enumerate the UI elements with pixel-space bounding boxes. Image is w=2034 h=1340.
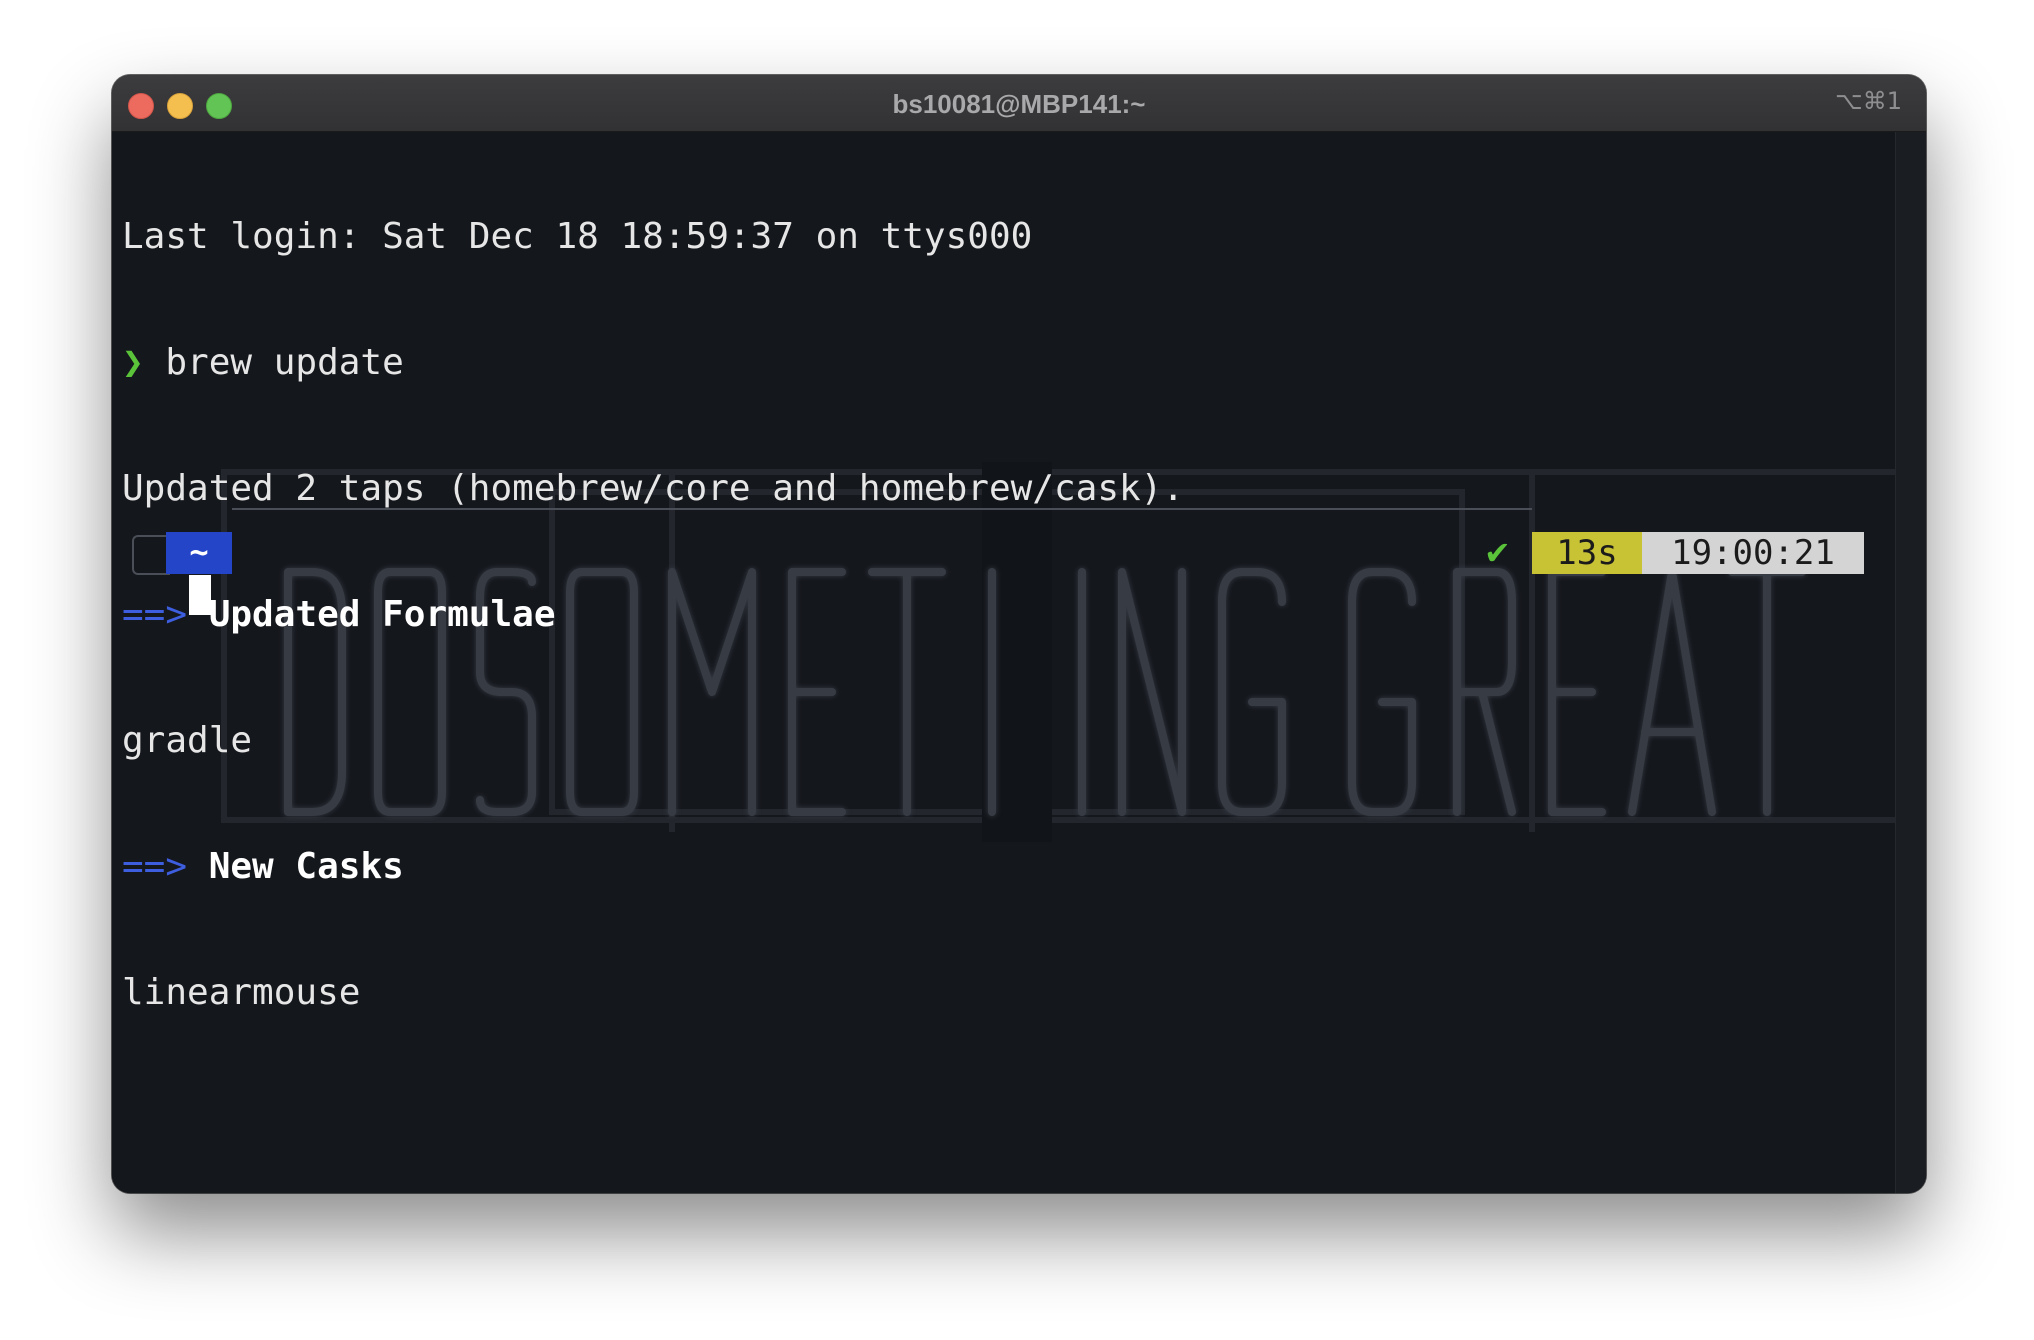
text-cursor[interactable] bbox=[189, 575, 211, 615]
section-arrow: ==> bbox=[122, 846, 188, 887]
line-text: Updated 2 taps (homebrew/core and homebr… bbox=[122, 468, 1185, 509]
scrollbar[interactable] bbox=[1895, 132, 1926, 1193]
section-header: ==> New Casks bbox=[122, 846, 1184, 888]
line-text: linearmouse bbox=[122, 972, 361, 1013]
prompt-frame bbox=[132, 535, 170, 575]
output-line: linearmouse bbox=[122, 972, 1184, 1014]
output-line: gradle bbox=[122, 720, 1184, 762]
window-shortcut: ⌥⌘1 bbox=[1835, 87, 1902, 115]
command-line: ❯ brew update bbox=[122, 342, 1184, 384]
check-icon: ✔ bbox=[1484, 534, 1511, 572]
section-header: ==> Updated Formulae bbox=[122, 594, 1184, 636]
duration-segment: 13s bbox=[1532, 532, 1642, 574]
section-title: Updated Formulae bbox=[187, 594, 556, 635]
time-segment: 19:00:21 bbox=[1642, 532, 1864, 574]
line-text: Last login: Sat Dec 18 18:59:37 on ttys0… bbox=[122, 216, 1033, 257]
window-title: bs10081@MBP141:~ bbox=[892, 89, 1146, 119]
line-text: gradle bbox=[122, 720, 253, 761]
command-text: brew update bbox=[143, 342, 404, 383]
title-bar[interactable]: bs10081@MBP141:~ ⌥⌘1 bbox=[112, 75, 1926, 132]
terminal-content[interactable]: Last login: Sat Dec 18 18:59:37 on ttys0… bbox=[112, 132, 1926, 1193]
output-line: Last login: Sat Dec 18 18:59:37 on ttys0… bbox=[122, 216, 1184, 258]
prompt-connector-line bbox=[232, 508, 1532, 510]
output-line: Updated 2 taps (homebrew/core and homebr… bbox=[122, 468, 1184, 510]
terminal-output: Last login: Sat Dec 18 18:59:37 on ttys0… bbox=[122, 132, 1184, 1098]
section-arrow: ==> bbox=[122, 594, 188, 635]
directory-segment: ~ bbox=[166, 532, 232, 574]
terminal-window: bs10081@MBP141:~ ⌥⌘1 Last login: Sat Dec… bbox=[112, 75, 1926, 1193]
section-title: New Casks bbox=[187, 846, 404, 887]
prompt-symbol: ❯ bbox=[122, 342, 144, 383]
